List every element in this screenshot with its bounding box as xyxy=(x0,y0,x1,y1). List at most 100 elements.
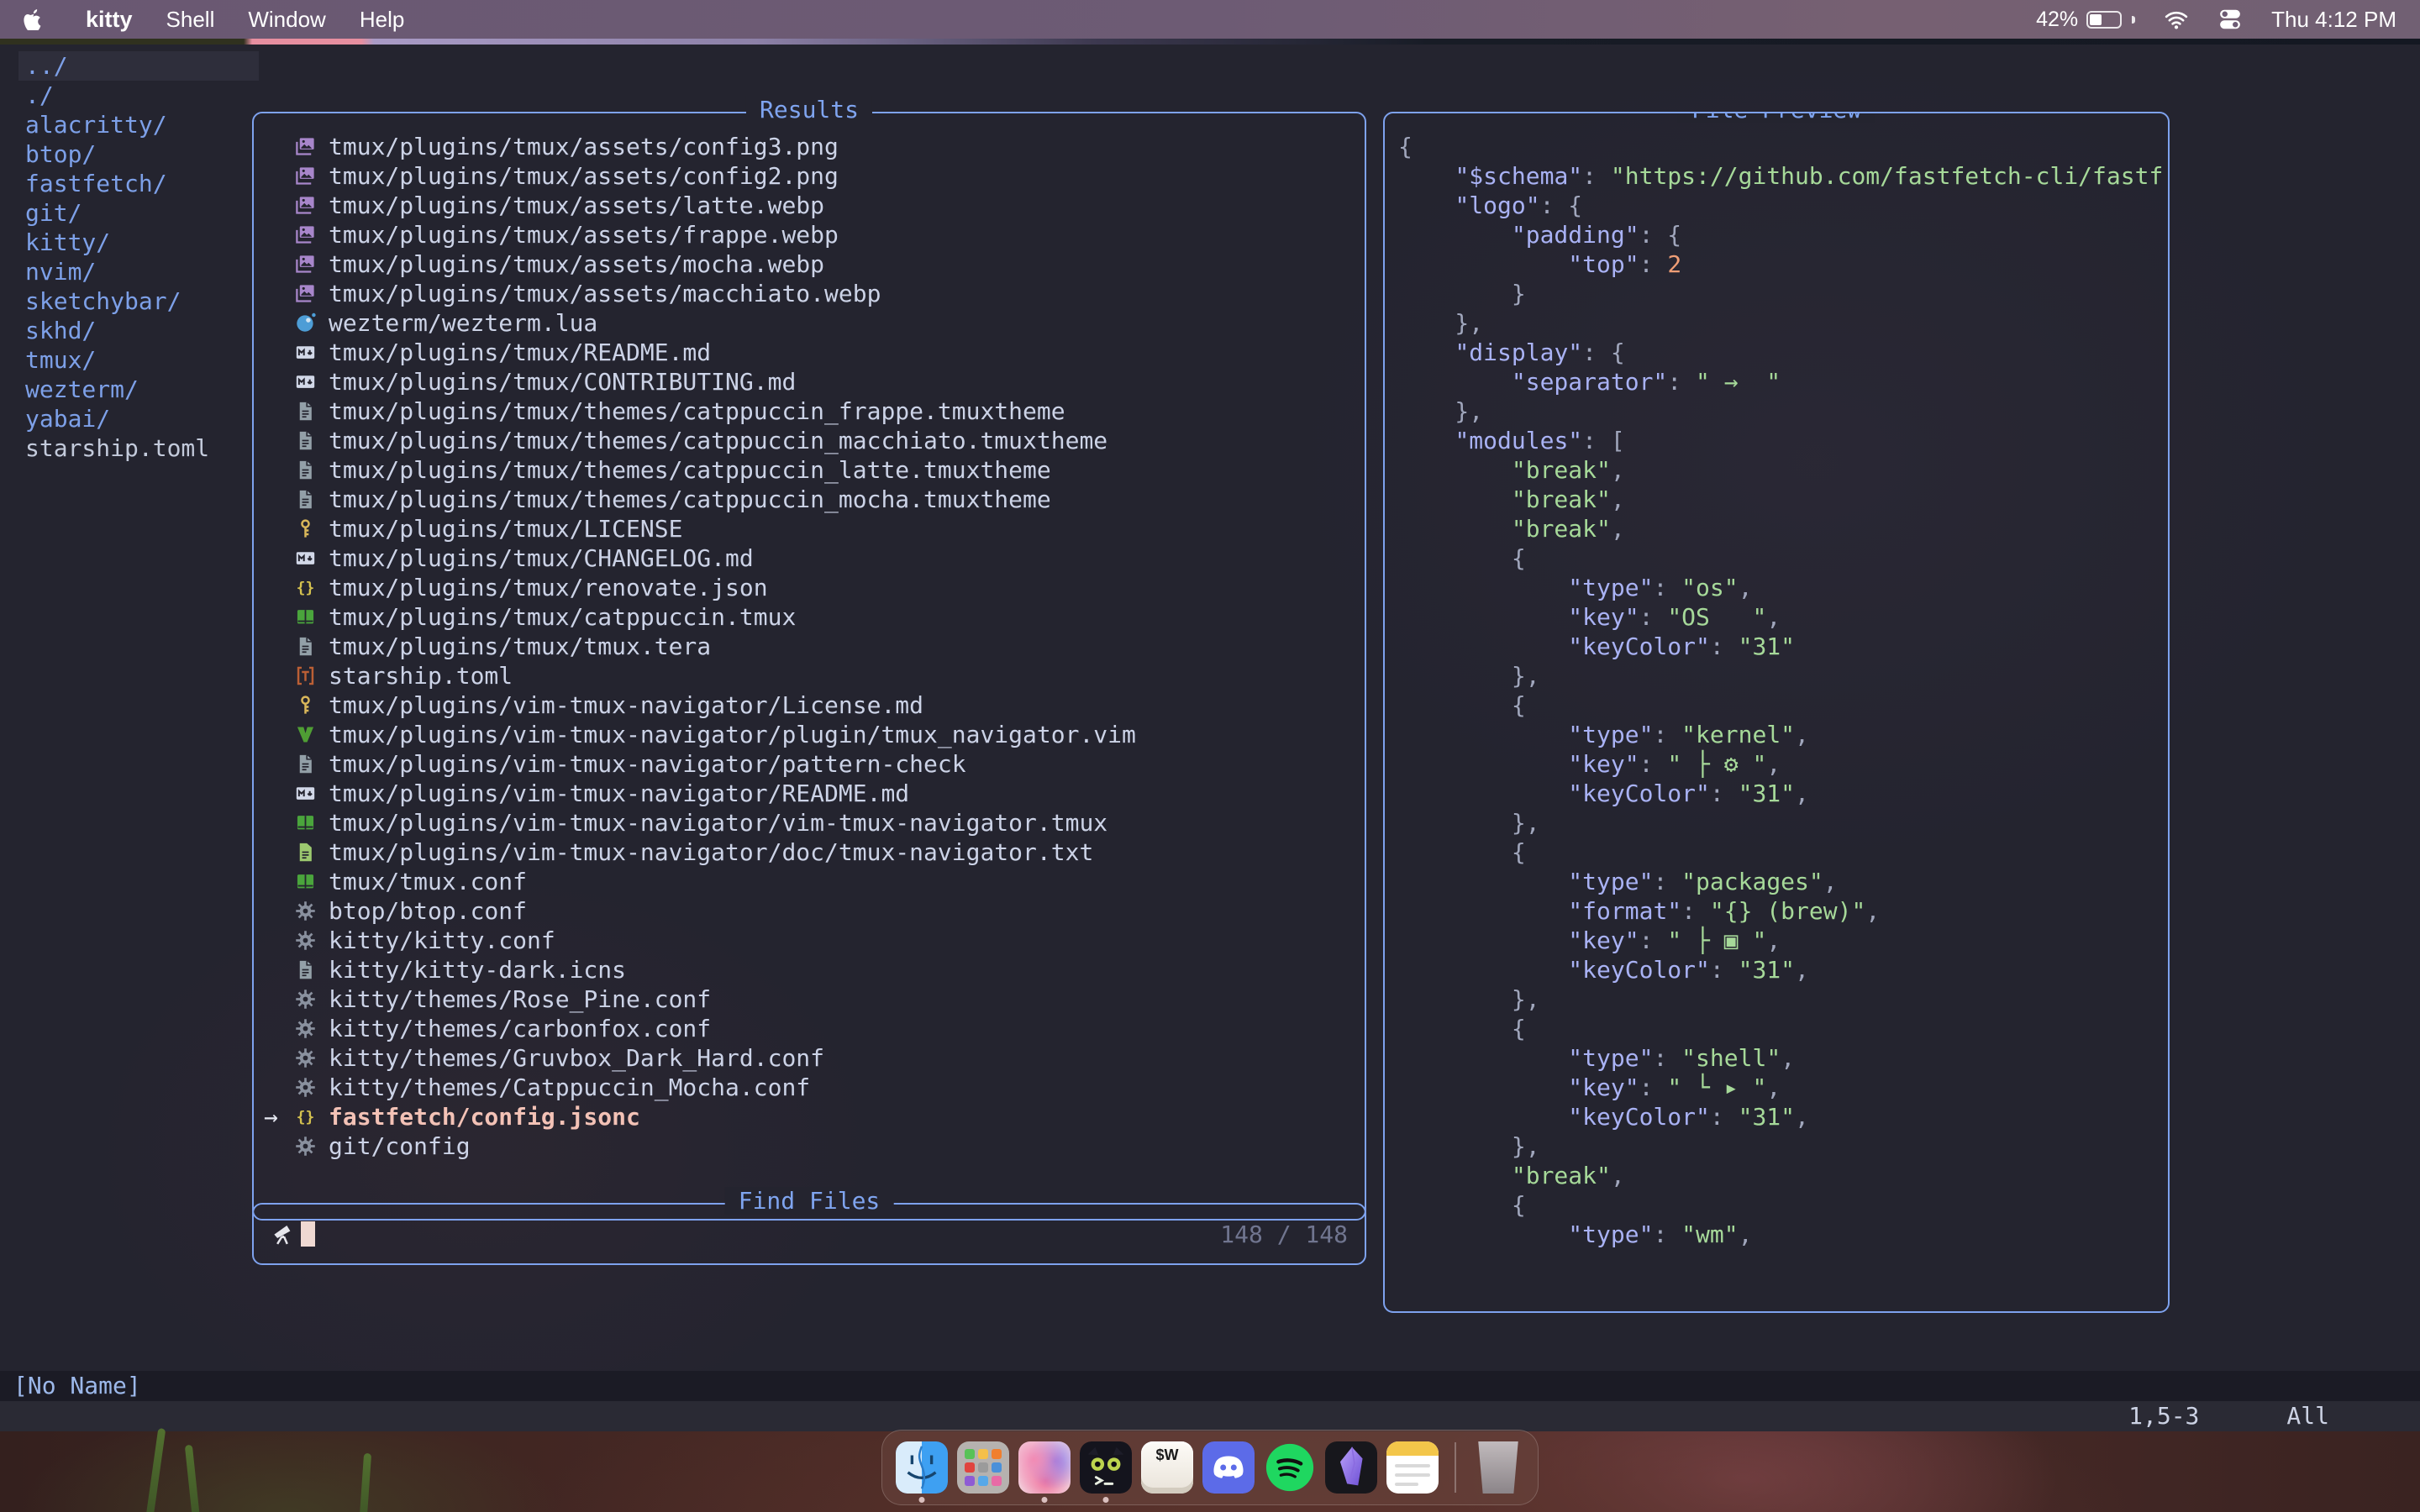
txt-file-icon xyxy=(294,841,317,864)
results-list: tmux/plugins/tmux/assets/config3.pngtmux… xyxy=(262,132,1358,1161)
file-path: kitty/themes/Rose_Pine.conf xyxy=(329,985,711,1013)
result-row[interactable]: tmux/plugins/vim-tmux-navigator/pattern-… xyxy=(262,749,1358,779)
sidebar-entry[interactable]: wezterm/ xyxy=(18,375,259,404)
result-row[interactable]: tmux/plugins/vim-tmux-navigator/README.m… xyxy=(262,779,1358,808)
code-line: "key": " ├ ▣ ", xyxy=(1398,926,2168,955)
battery-percent: 42% xyxy=(2036,8,2078,32)
sidebar-entry[interactable]: alacritty/ xyxy=(18,110,259,139)
result-row[interactable]: tmux/plugins/tmux/assets/config3.png xyxy=(262,132,1358,161)
file-path: tmux/plugins/tmux/themes/catppuccin_latt… xyxy=(329,456,1051,484)
dock-item-discord[interactable] xyxy=(1202,1441,1255,1494)
result-row[interactable]: kitty/kitty-dark.icns xyxy=(262,955,1358,984)
menu-bar-clock[interactable]: Thu 4:12 PM xyxy=(2271,7,2396,33)
doc-file-icon xyxy=(294,958,317,981)
dock-item-spotify[interactable] xyxy=(1264,1441,1316,1494)
result-row[interactable]: tmux/plugins/vim-tmux-navigator/License.… xyxy=(262,690,1358,720)
sidebar-entry[interactable]: btop/ xyxy=(18,139,259,169)
control-center-icon[interactable] xyxy=(2217,7,2243,32)
markdown-file-icon xyxy=(294,341,317,364)
result-row[interactable]: starship.toml xyxy=(262,661,1358,690)
sidebar-entry[interactable]: yabai/ xyxy=(18,404,259,433)
result-row[interactable]: tmux/plugins/vim-tmux-navigator/doc/tmux… xyxy=(262,837,1358,867)
result-row[interactable]: btop/btop.conf xyxy=(262,896,1358,926)
sidebar-entry[interactable]: starship.toml xyxy=(18,433,259,463)
result-row[interactable]: →fastfetch/config.jsonc xyxy=(262,1102,1358,1131)
result-row[interactable]: kitty/themes/carbonfox.conf xyxy=(262,1014,1358,1043)
result-row[interactable]: tmux/plugins/tmux/README.md xyxy=(262,338,1358,367)
result-row[interactable]: tmux/plugins/vim-tmux-navigator/vim-tmux… xyxy=(262,808,1358,837)
code-line: }, xyxy=(1398,1131,2168,1161)
menu-kitty[interactable]: kitty xyxy=(86,7,133,33)
file-path: kitty/themes/Catppuccin_Mocha.conf xyxy=(329,1074,810,1101)
file-path: tmux/plugins/vim-tmux-navigator/doc/tmux… xyxy=(329,838,1093,866)
result-row[interactable]: tmux/plugins/tmux/themes/catppuccin_macc… xyxy=(262,426,1358,455)
sidebar-entry[interactable]: sketchybar/ xyxy=(18,286,259,316)
lua-file-icon xyxy=(294,312,317,334)
sidebar-entry[interactable]: kitty/ xyxy=(18,228,259,257)
dock-item-finder[interactable] xyxy=(896,1441,948,1494)
result-row[interactable]: tmux/plugins/tmux/themes/catppuccin_frap… xyxy=(262,396,1358,426)
plant-stem xyxy=(145,1428,166,1512)
code-line: }, xyxy=(1398,308,2168,338)
code-line: "format": "{} (brew)", xyxy=(1398,896,2168,926)
file-path: tmux/plugins/tmux/assets/config3.png xyxy=(329,133,839,160)
text-cursor xyxy=(301,1221,315,1247)
dock-item-launchpad[interactable] xyxy=(957,1441,1009,1494)
result-row[interactable]: tmux/plugins/tmux/assets/frappe.webp xyxy=(262,220,1358,249)
file-path: kitty/kitty.conf xyxy=(329,927,555,954)
result-row[interactable]: tmux/plugins/vim-tmux-navigator/plugin/t… xyxy=(262,720,1358,749)
result-row[interactable]: kitty/themes/Rose_Pine.conf xyxy=(262,984,1358,1014)
code-line: } xyxy=(1398,279,2168,308)
battery-indicator[interactable]: 42% xyxy=(2036,8,2135,32)
result-row[interactable]: tmux/plugins/tmux/renovate.json xyxy=(262,573,1358,602)
result-row[interactable]: tmux/plugins/tmux/CONTRIBUTING.md xyxy=(262,367,1358,396)
image-file-icon xyxy=(294,165,317,187)
result-row[interactable]: tmux/plugins/tmux/themes/catppuccin_moch… xyxy=(262,485,1358,514)
result-row[interactable]: tmux/plugins/tmux/catppuccin.tmux xyxy=(262,602,1358,632)
menu-window[interactable]: Window xyxy=(248,7,325,33)
dock-item-notes[interactable] xyxy=(1386,1441,1439,1494)
result-row[interactable]: tmux/plugins/tmux/assets/latte.webp xyxy=(262,191,1358,220)
markdown-file-icon xyxy=(294,370,317,393)
wifi-icon[interactable] xyxy=(2164,7,2189,32)
result-row[interactable]: tmux/plugins/tmux/CHANGELOG.md xyxy=(262,543,1358,573)
sidebar-entry[interactable]: tmux/ xyxy=(18,345,259,375)
result-row[interactable]: tmux/plugins/tmux/assets/config2.png xyxy=(262,161,1358,191)
sidebar-entry[interactable]: ./ xyxy=(18,81,259,110)
result-row[interactable]: tmux/plugins/tmux/assets/macchiato.webp xyxy=(262,279,1358,308)
result-row[interactable]: kitty/themes/Catppuccin_Mocha.conf xyxy=(262,1073,1358,1102)
image-file-icon xyxy=(294,194,317,217)
dock-item-kitty[interactable] xyxy=(1080,1441,1132,1494)
scroll-indicator: All xyxy=(2286,1401,2329,1431)
dock-item-swkey[interactable]: $W xyxy=(1141,1441,1193,1494)
dock-item-pinkapp[interactable] xyxy=(1018,1441,1071,1494)
result-row[interactable]: tmux/plugins/tmux/tmux.tera xyxy=(262,632,1358,661)
sidebar-entry[interactable]: nvim/ xyxy=(18,257,259,286)
menu-shell[interactable]: Shell xyxy=(166,7,215,33)
sidebar-entry[interactable]: ../ xyxy=(18,51,259,81)
file-path: tmux/plugins/tmux/assets/config2.png xyxy=(329,162,839,190)
result-row[interactable]: kitty/kitty.conf xyxy=(262,926,1358,955)
apple-logo-icon[interactable] xyxy=(24,8,44,30)
file-path: tmux/plugins/tmux/themes/catppuccin_frap… xyxy=(329,397,1065,425)
menu-help[interactable]: Help xyxy=(360,7,404,33)
macos-desktop: kitty Shell Window Help 42% xyxy=(0,0,2420,1512)
tmux-file-icon xyxy=(294,606,317,628)
code-line: { xyxy=(1398,1190,2168,1220)
code-line: "break", xyxy=(1398,485,2168,514)
result-row[interactable]: tmux/plugins/tmux/themes/catppuccin_latt… xyxy=(262,455,1358,485)
dock-item-obsidian[interactable] xyxy=(1325,1441,1377,1494)
file-path: tmux/plugins/vim-tmux-navigator/License.… xyxy=(329,691,923,719)
result-row[interactable]: tmux/plugins/tmux/LICENSE xyxy=(262,514,1358,543)
result-row[interactable]: tmux/plugins/tmux/assets/mocha.webp xyxy=(262,249,1358,279)
sidebar-entry[interactable]: git/ xyxy=(18,198,259,228)
sidebar-entry[interactable]: skhd/ xyxy=(18,316,259,345)
result-row[interactable]: tmux/tmux.conf xyxy=(262,867,1358,896)
dock-item-trash[interactable] xyxy=(1472,1441,1524,1494)
sidebar-entry[interactable]: fastfetch/ xyxy=(18,169,259,198)
result-row[interactable]: git/config xyxy=(262,1131,1358,1161)
result-row[interactable]: kitty/themes/Gruvbox_Dark_Hard.conf xyxy=(262,1043,1358,1073)
file-path: btop/btop.conf xyxy=(329,897,527,925)
file-path: git/config xyxy=(329,1132,471,1160)
result-row[interactable]: wezterm/wezterm.lua xyxy=(262,308,1358,338)
